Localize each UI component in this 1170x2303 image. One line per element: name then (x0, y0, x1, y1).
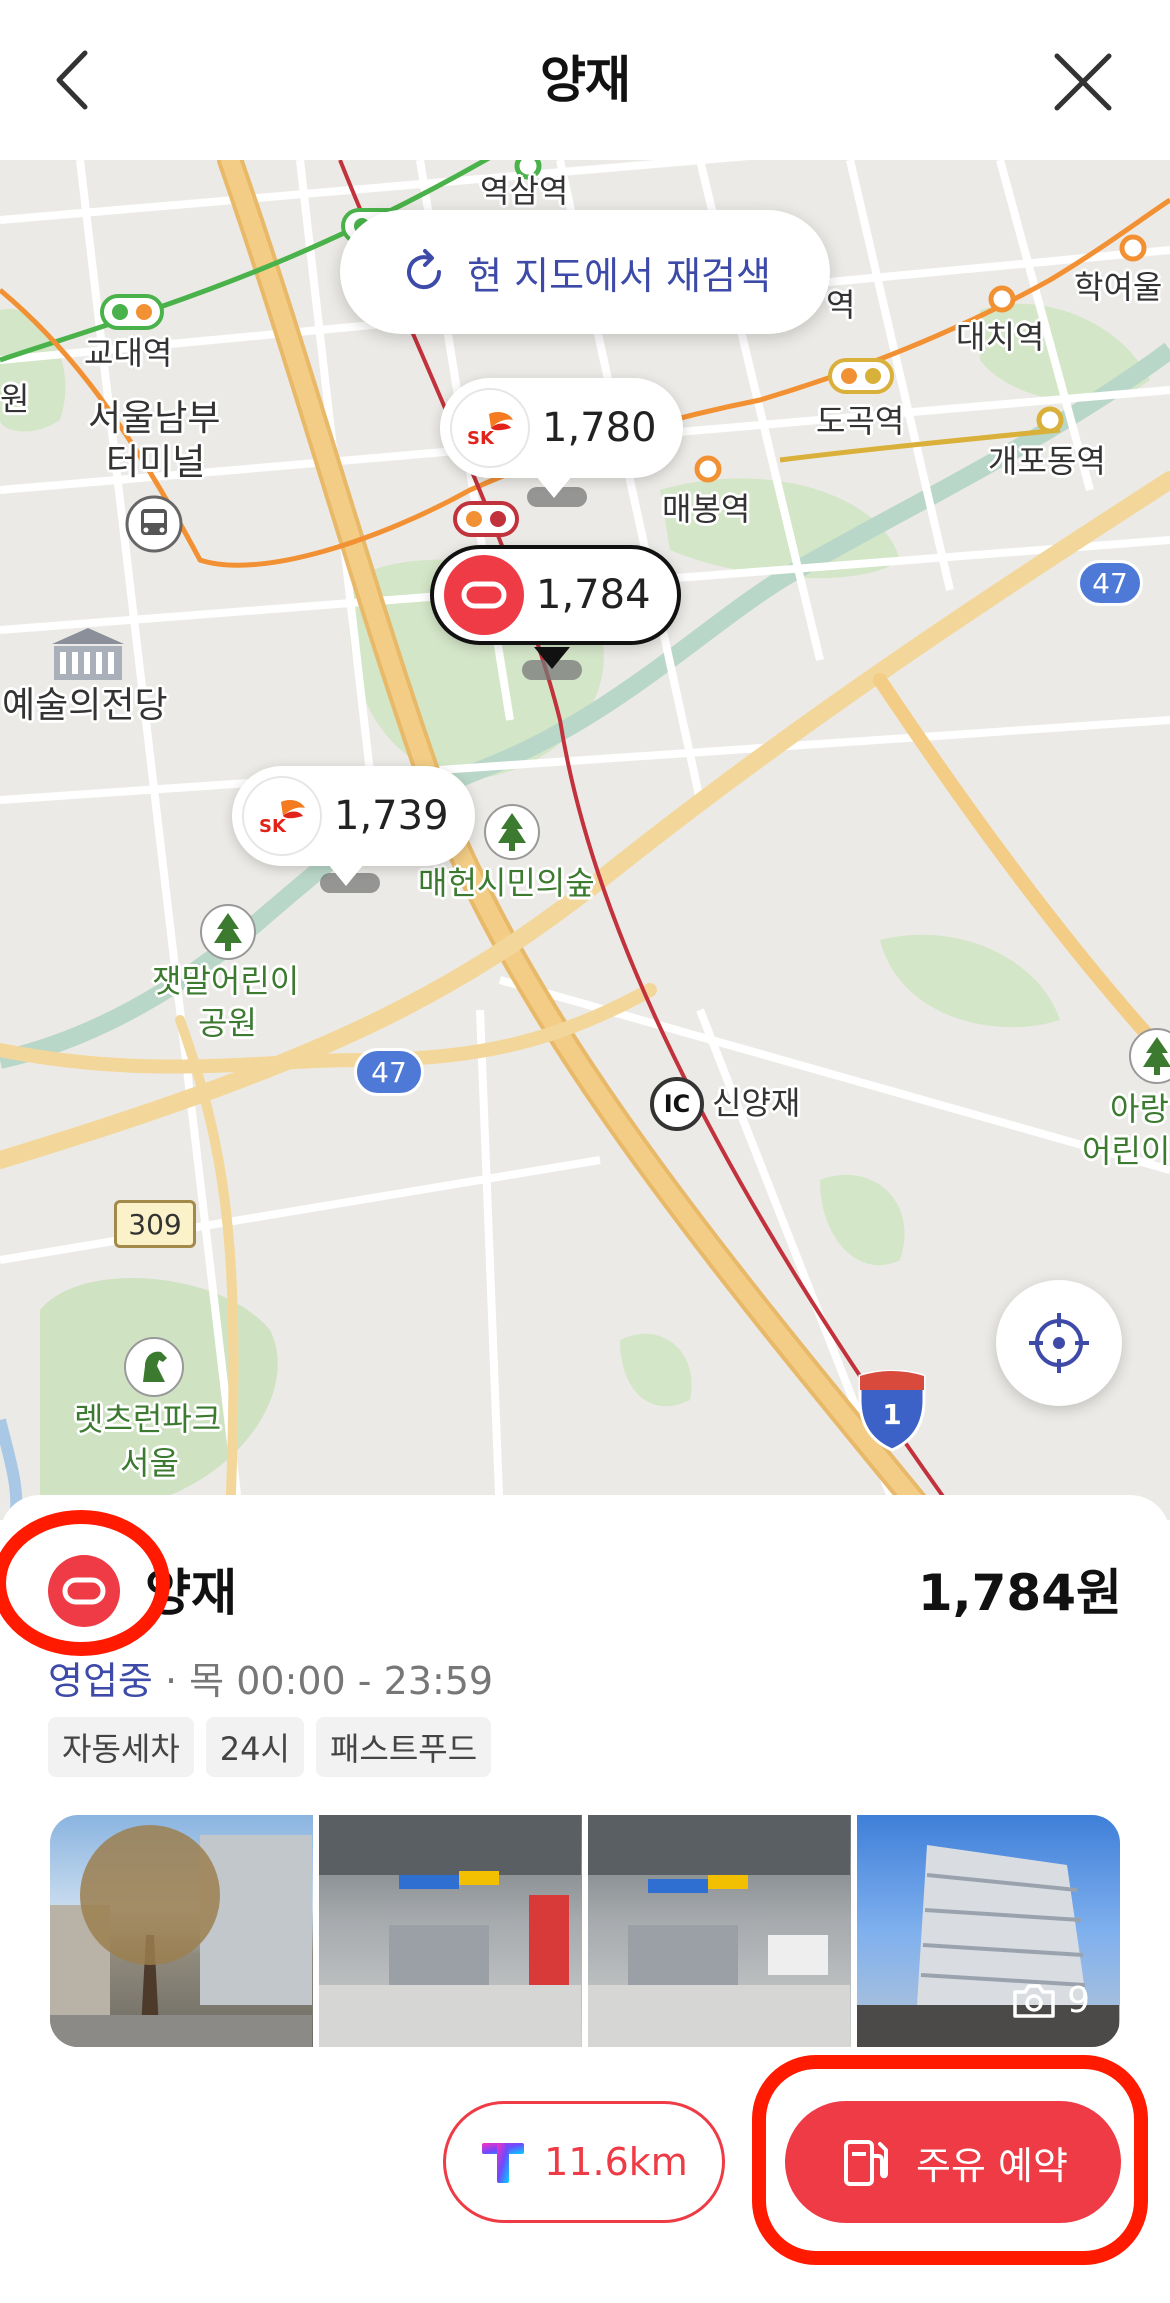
pin-tail (534, 647, 570, 669)
opening-hours: 목 00:00 - 23:59 (189, 1659, 494, 1703)
station-photo[interactable] (50, 1815, 313, 2047)
close-icon (1054, 53, 1112, 111)
crosshair-icon (1029, 1313, 1089, 1373)
map-label-dogok: 도곡역 (816, 402, 905, 440)
map-label-arts-center: 예술의전당 (2, 685, 168, 726)
station-price: 1,784원 (917, 1564, 1122, 1622)
ic-badge: IC (650, 1077, 704, 1131)
feature-tag: 자동세차 (48, 1717, 194, 1777)
sk-brand-icon: SK (450, 388, 530, 468)
map-label-yeok: 역 (826, 286, 856, 324)
map-label-hakyeoul: 학여울 (1074, 268, 1163, 306)
map-label-yeoksam: 역삼역 (480, 172, 569, 210)
station-pin[interactable]: SK 1,780 (440, 378, 683, 478)
photo-canopy-image (588, 1815, 850, 2047)
sk-brand-icon: SK (242, 776, 322, 856)
photo-count-label: 9 (1067, 1980, 1090, 2021)
status-row: 영업중 · 목 00:00 - 23:59 (48, 1650, 493, 1705)
park-tree-icon (1129, 1028, 1170, 1084)
horse-park-icon (124, 1337, 184, 1397)
station-photo[interactable]: 9 (857, 1815, 1120, 2047)
map-label-terminal: 터미널 (106, 442, 206, 483)
map-view[interactable]: 47 47 309 1 IC 역삼역 교대역 서울남부 터미널 원 역 대치역 … (0, 160, 1170, 1520)
refresh-icon (407, 249, 442, 290)
route-47-badge: 47 (354, 1048, 424, 1096)
feature-tag: 패스트푸드 (315, 1717, 492, 1777)
photo-street-image (50, 1825, 312, 2047)
route-47-badge: 47 (1077, 560, 1143, 606)
bus-terminal-icon (125, 495, 183, 553)
map-label-jaetmal: 잿말어린이 (152, 962, 300, 1000)
park-tree-icon (484, 804, 540, 860)
tmap-logo-icon (482, 2143, 525, 2183)
pin-price: 1,780 (542, 405, 657, 451)
route-1-shield: 1 (854, 1369, 930, 1452)
map-label-arang-children: 어린이 (1082, 1132, 1170, 1170)
feature-tags: 자동세차 24시 패스트푸드 (48, 1717, 492, 1777)
close-button[interactable] (1051, 50, 1115, 114)
distance-label: 11.6km (544, 2140, 688, 2184)
page-title: 양재 (540, 51, 631, 109)
svg-text:SK: SK (467, 428, 495, 448)
pin-price: 1,784 (536, 572, 651, 618)
map-label-daechi: 대치역 (956, 318, 1045, 356)
navigate-distance-button[interactable]: 11.6km (443, 2101, 725, 2223)
map-label-gyodae: 교대역 (84, 334, 173, 372)
pin-tail (328, 864, 364, 886)
research-map-label: 현 지도에서 재검색 (467, 253, 771, 298)
map-label-maebong: 매봉역 (662, 490, 751, 528)
pin-price: 1,739 (334, 793, 449, 839)
station-photo[interactable] (588, 1815, 851, 2047)
status-separator: · (164, 1659, 178, 1703)
map-label-jaetmal-park: 공원 (198, 1004, 257, 1042)
gs-brand-icon (444, 555, 524, 635)
map-label-won: 원 (0, 380, 30, 418)
route-309-badge: 309 (114, 1200, 196, 1248)
route-1-label: 1 (882, 1398, 902, 1431)
station-photo[interactable] (319, 1815, 582, 2047)
park-tree-icon (200, 904, 256, 960)
photo-canopy-image (319, 1815, 581, 2047)
map-label-seoul-nambu: 서울남부 (88, 398, 221, 439)
photo-gallery[interactable]: 9 (50, 1815, 1120, 2047)
arts-center-icon (52, 628, 124, 680)
photo-count: 9 (1011, 1980, 1090, 2021)
map-label-letsrun: 렛츠런파크 (74, 1400, 222, 1438)
feature-tag: 24시 (205, 1717, 304, 1777)
map-base (0, 160, 1170, 1520)
research-map-button[interactable]: 현 지도에서 재검색 (340, 210, 830, 334)
svg-text:SK: SK (259, 816, 287, 836)
map-label-gaepo: 개포동역 (988, 442, 1106, 480)
pin-tail (536, 476, 572, 498)
map-label-arang: 아랑 (1110, 1090, 1169, 1128)
map-label-yangjae-ic: 신양재 (712, 1084, 801, 1122)
open-status: 영업중 (48, 1659, 153, 1703)
map-label-seoul: 서울 (120, 1444, 179, 1482)
highlight-circle (752, 2055, 1148, 2265)
current-location-button[interactable] (996, 1280, 1122, 1406)
camera-icon (1013, 1983, 1055, 2018)
station-pin[interactable]: SK 1,739 (232, 766, 475, 866)
highlight-circle (0, 1510, 170, 1656)
header-bar: 양재 (0, 0, 1170, 160)
map-label-maeheon: 매헌시민의숲 (418, 864, 595, 902)
station-pin-selected[interactable]: 1,784 (430, 545, 681, 645)
